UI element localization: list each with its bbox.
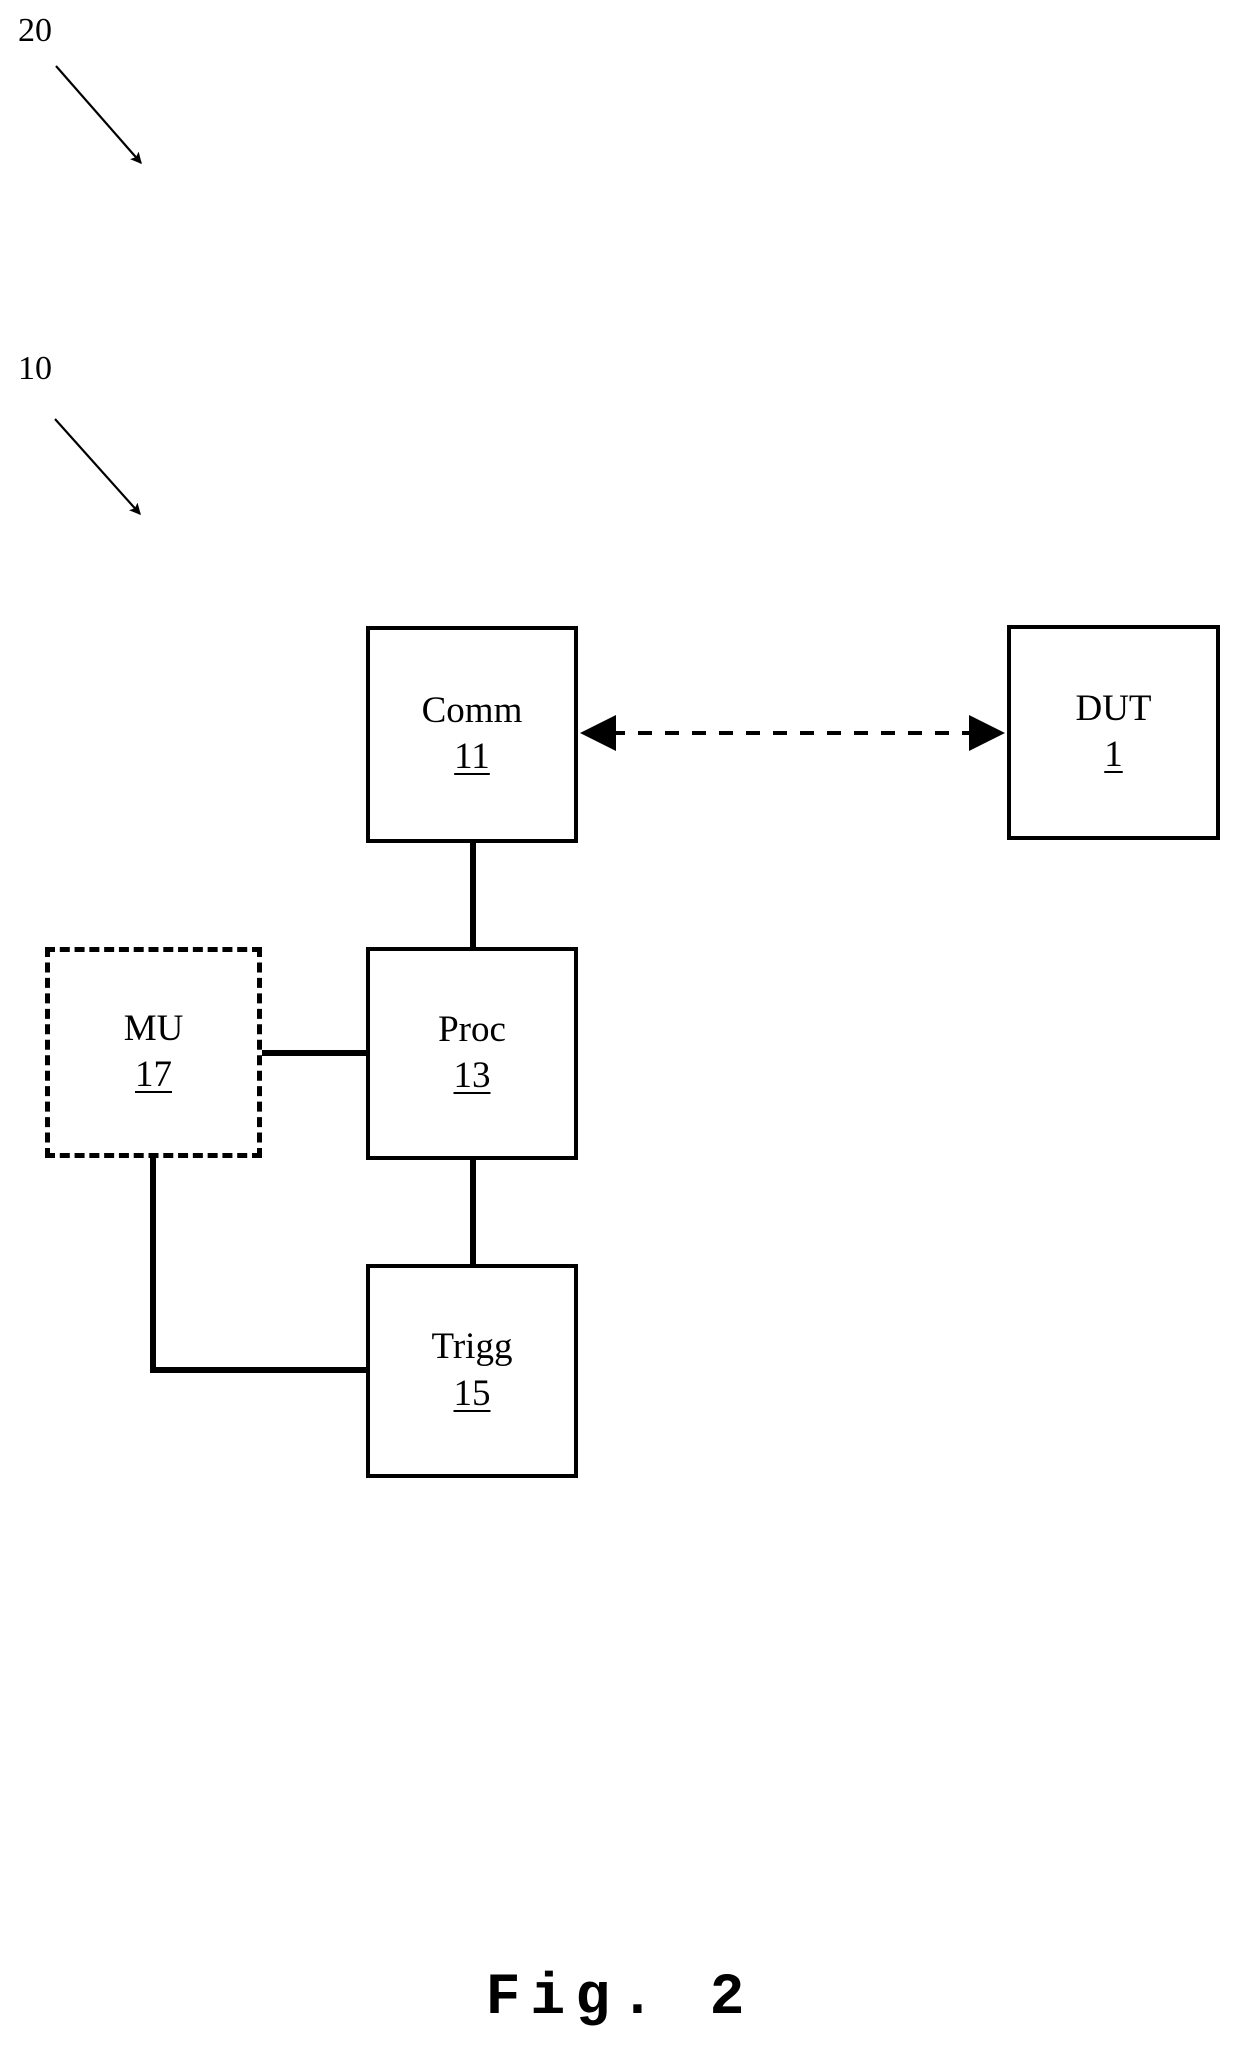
block-trigg-number: 15 bbox=[453, 1372, 491, 1414]
connector-mu-trigg bbox=[150, 1156, 369, 1373]
block-proc[interactable]: Proc 13 bbox=[366, 947, 578, 1160]
figure-page: 20 10 DUT : dashed bidirectional --> bbox=[0, 0, 1240, 2064]
reference-label-20: 20 bbox=[18, 12, 52, 49]
block-proc-label: Proc bbox=[438, 1008, 506, 1050]
block-trigg[interactable]: Trigg 15 bbox=[366, 1264, 578, 1478]
block-dut-number: 1 bbox=[1104, 734, 1123, 776]
block-mu-number: 17 bbox=[135, 1054, 172, 1096]
block-proc-number: 13 bbox=[453, 1055, 491, 1097]
lead-line-20 bbox=[55, 65, 142, 164]
block-mu-label: MU bbox=[123, 1007, 184, 1049]
reference-label-10: 10 bbox=[18, 350, 52, 387]
figure-caption: Fig. 2 bbox=[485, 1966, 755, 2031]
block-comm[interactable]: Comm 11 bbox=[366, 626, 578, 843]
block-trigg-label: Trigg bbox=[431, 1326, 513, 1368]
lead-line-10 bbox=[54, 418, 141, 515]
block-mu[interactable]: MU 17 bbox=[45, 947, 262, 1158]
block-dut-label: DUT bbox=[1075, 687, 1152, 729]
block-dut[interactable]: DUT 1 bbox=[1007, 625, 1220, 840]
block-comm-number: 11 bbox=[454, 736, 490, 778]
block-comm-label: Comm bbox=[421, 689, 523, 731]
